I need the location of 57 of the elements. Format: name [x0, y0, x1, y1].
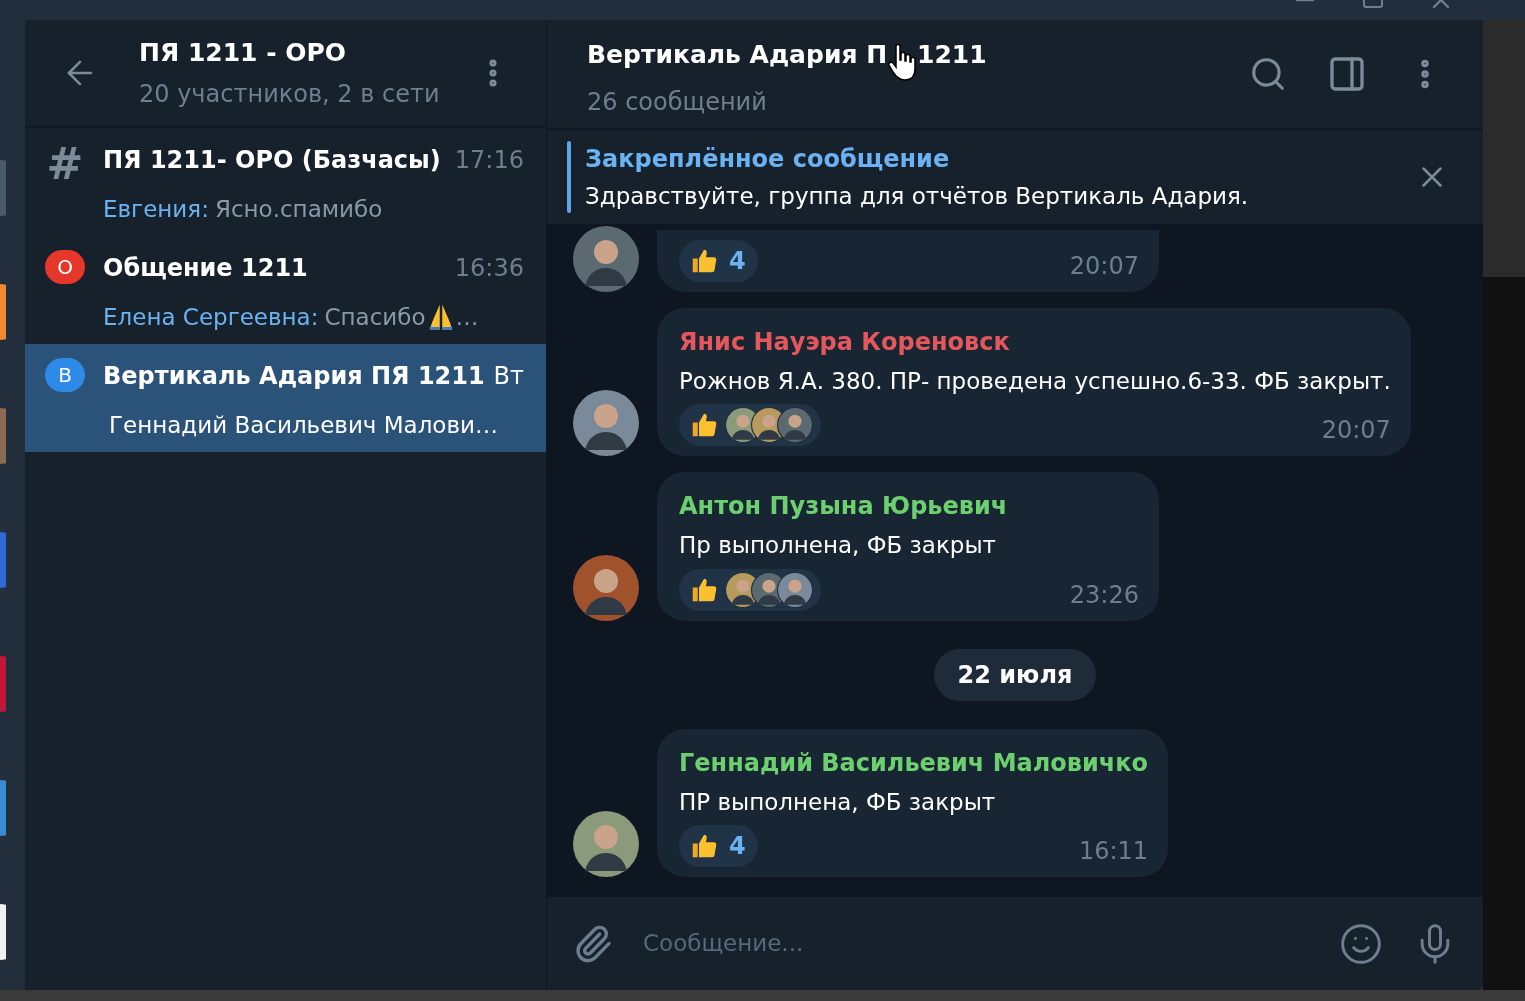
reaction-pill[interactable]: 4 [679, 239, 758, 282]
avatar-edge-drawing [0, 780, 6, 836]
chat-time: Вт [493, 361, 524, 392]
hand-cursor-icon [887, 42, 918, 82]
chat-avatar: В [45, 358, 85, 392]
chat-name: Общение 1211 [103, 253, 308, 284]
message-time: 20:07 [1069, 250, 1139, 282]
group-subtitle: 20 участников, 2 в сети [139, 78, 441, 110]
preview-text: Геннадий Васильевич Малови… [109, 411, 498, 440]
avatar-edge-drawing [0, 904, 6, 960]
message-time: 16:11 [1078, 836, 1149, 867]
chat-title: 1211 [917, 39, 987, 72]
message-time: 23:26 [1069, 579, 1139, 611]
chat-title: Вертикаль Адария П [587, 39, 888, 72]
preview-text: Спасибо [324, 303, 426, 332]
preview-sender: Елена Сергеевна: [103, 303, 319, 332]
avatar-edge-drawing [0, 532, 6, 588]
sidebar-toggle-icon[interactable] [1327, 54, 1367, 94]
pinned-label: Закреплённое сообщение [585, 143, 951, 175]
chat-time: 17:16 [454, 145, 524, 176]
chat-name: Вертикаль Адария ПЯ 1211 [103, 361, 485, 392]
hash-icon: # [45, 142, 85, 186]
search-icon[interactable] [1249, 55, 1287, 93]
message-text: Пр выполнена, ФБ закрыт [679, 531, 997, 560]
emoji-icon[interactable] [1339, 921, 1383, 966]
avatar-edge-drawing [0, 284, 6, 340]
author-name: Антон Пузына Юрьевич [679, 491, 1009, 522]
chat-item[interactable]: О Общение 1211 16:36 Елена Сергеевна: Спасибо … [25, 236, 546, 344]
preview-sender: Евгения: [103, 195, 209, 224]
reaction-pill[interactable] [679, 568, 821, 611]
reaction-pill[interactable]: 4 [679, 825, 758, 867]
reaction-pill[interactable] [679, 404, 821, 446]
chat-avatar: О [45, 250, 85, 284]
avatar-edge-drawing [0, 656, 6, 712]
composer-bar[interactable]: Сообщение... [547, 897, 1483, 990]
attach-icon[interactable] [573, 923, 613, 964]
chat-item[interactable]: # ПЯ 1211- ОРО (Базчасы) 17:16 Евгения: Ясно.спамибо [25, 128, 546, 236]
avatar-edge-drawing [0, 160, 6, 216]
chat-time: 16:36 [454, 253, 524, 284]
pinned-text: Здравствуйте, группа для отчётов Вертикаль Адария. [585, 181, 1250, 211]
message-input[interactable]: Сообщение... [643, 926, 1309, 961]
author-name: Янис Науэра Кореновск [679, 326, 1011, 358]
message-time: 20:07 [1321, 415, 1391, 446]
group-title: ПЯ 1211 - ОРО [139, 37, 348, 70]
preview-ellipsis: … [455, 303, 479, 332]
preview-text: Ясно.спамибо [214, 195, 383, 224]
avatar-edge-drawing [0, 408, 6, 464]
message-text: ПР выполнена, ФБ закрыт [679, 787, 997, 817]
reaction-count: 4 [728, 831, 747, 862]
reaction-count: 4 [728, 245, 747, 277]
chat-item[interactable]: В Вертикаль Адария ПЯ 1211 Вт Геннадий Васильевич Малови… [25, 344, 546, 452]
chat-subtitle: 26 сообщений [587, 87, 768, 118]
chat-name: ПЯ 1211- ОРО (Базчасы) [103, 145, 441, 176]
pinned-bar[interactable]: Закреплённое сообщение Здравствуйте, группа для отчётов Вертикаль Адария. [547, 128, 1483, 224]
author-name: Геннадий Васильевич Маловичко [679, 747, 1149, 779]
message-text: Рожнов Я.А. 380. ПР- проведена успешно.6-33. ФБ закрыт. [679, 366, 1391, 396]
date-badge: 22 июля [933, 648, 1097, 701]
